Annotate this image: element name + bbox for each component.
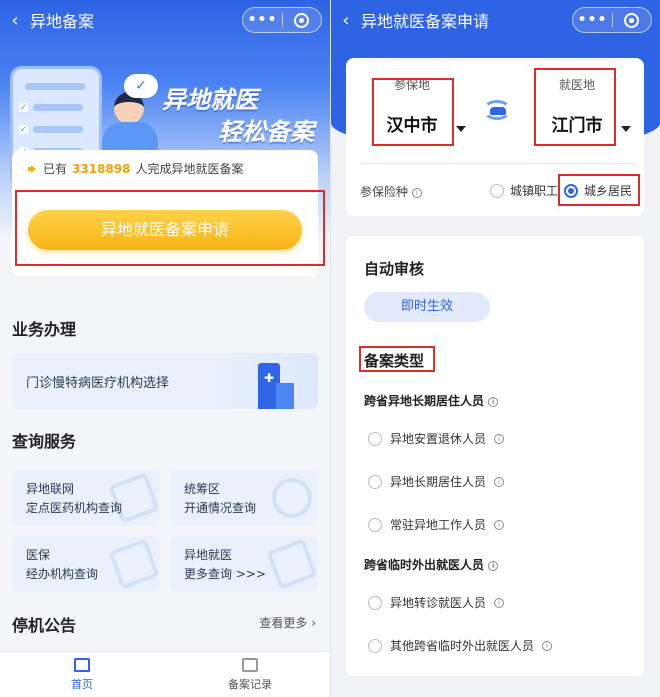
highlight-box — [15, 190, 325, 266]
tab-records[interactable]: 备案记录 — [190, 658, 310, 692]
option-referral-patient[interactable]: 异地转诊就医人员 i — [368, 594, 505, 611]
radio-button-icon — [490, 183, 504, 198]
application-screen: ‹ 异地就医备案申请 ••• 参保地 汉中市 就医地 江门市 参保险种 i 城镇… — [331, 0, 660, 697]
info-icon[interactable]: i — [494, 519, 505, 530]
info-icon[interactable]: i — [411, 188, 422, 198]
tab-home[interactable]: 首页 — [22, 658, 142, 692]
close-miniprogram-icon[interactable] — [283, 12, 321, 28]
business-section-title: 业务办理 — [12, 320, 77, 339]
back-icon[interactable]: ‹ — [331, 10, 361, 31]
swap-travel-icon — [481, 98, 515, 122]
radio-button-icon — [368, 474, 382, 489]
outage-notice-title: 停机公告 — [12, 616, 77, 635]
query-card-more[interactable]: 异地就医 更多查询 >>> — [170, 536, 318, 592]
option-retired-resettled[interactable]: 异地安置退休人员 i — [368, 430, 505, 447]
location-card: 参保地 汉中市 就医地 江门市 参保险种 i 城镇职工 城乡居民 — [346, 58, 644, 216]
page-title: 异地就医备案申请 — [361, 12, 490, 31]
radio-button-icon — [368, 595, 382, 610]
option-resident-worker[interactable]: 常驻异地工作人员 i — [368, 516, 505, 533]
person-illustration — [100, 92, 160, 154]
option-long-term-resident[interactable]: 异地长期居住人员 i — [368, 473, 505, 490]
miniprogram-capsule: ••• — [242, 7, 322, 33]
tab-bar: 首页 备案记录 — [0, 651, 330, 697]
info-icon[interactable]: i — [488, 397, 499, 407]
insurance-type-label: 参保险种 i — [360, 183, 422, 200]
highlight-box — [359, 346, 435, 372]
highlight-box — [558, 174, 640, 206]
query-card-designated-institutions[interactable]: 异地联网 定点医药机构查询 — [12, 470, 160, 526]
chevron-down-icon[interactable] — [621, 126, 631, 132]
more-icon[interactable]: ••• — [573, 12, 612, 28]
query-section-title: 查询服务 — [12, 432, 77, 451]
info-icon[interactable]: i — [494, 597, 505, 608]
close-miniprogram-icon[interactable] — [613, 12, 651, 28]
hero-slogan-line2: 轻松备案 — [218, 118, 314, 146]
option-other-temporary[interactable]: 其他跨省临时外出就医人员 i — [368, 637, 553, 654]
view-more-link[interactable]: 查看更多 › — [259, 614, 316, 631]
info-icon[interactable]: i — [488, 561, 499, 571]
check-bubble-icon: ✓ — [124, 74, 158, 98]
auto-review-title: 自动审核 — [364, 260, 425, 278]
miniprogram-capsule: ••• — [572, 7, 652, 33]
highlight-box — [534, 68, 616, 146]
speaker-icon — [28, 164, 38, 174]
navbar: ‹ 异地备案 ••• — [0, 0, 330, 40]
radio-urban-employee[interactable]: 城镇职工 — [490, 182, 558, 199]
completed-count-notice: 已有 3318898 人完成异地就医备案 — [28, 160, 243, 177]
more-icon[interactable]: ••• — [243, 12, 282, 28]
edit-record-icon — [242, 658, 258, 672]
instant-effect-badge: 即时生效 — [364, 292, 490, 322]
hero-slogan-line1: 异地就医 — [162, 86, 258, 114]
info-icon[interactable]: i — [542, 640, 553, 651]
chevron-down-icon[interactable] — [456, 126, 466, 132]
navbar: ‹ 异地就医备案申请 ••• — [331, 0, 660, 40]
enter-icon — [266, 538, 318, 590]
info-icon[interactable]: i — [494, 476, 505, 487]
temporary-medical-group: 跨省临时外出就医人员 i — [364, 556, 499, 573]
highlight-box — [372, 78, 454, 146]
back-icon[interactable]: ‹ — [0, 10, 30, 31]
radio-button-icon — [368, 431, 382, 446]
info-icon[interactable]: i — [494, 433, 505, 444]
radio-button-icon — [368, 638, 382, 653]
long-term-residence-group: 跨省异地长期居住人员 i — [364, 392, 499, 409]
location-icon — [272, 478, 312, 518]
hospital-icon: ✚ — [252, 363, 298, 409]
page-title: 异地备案 — [30, 12, 95, 31]
home-icon — [74, 658, 90, 672]
filing-form-card: 自动审核 即时生效 备案类型 跨省异地长期居住人员 i 异地安置退休人员 i 异… — [346, 236, 644, 676]
completed-count: 3318898 — [72, 161, 131, 176]
home-screen: ✓ ✓ ✓ ✓ 异地就医 轻松备案 ‹ 异地备案 ••• 已有 3318898 … — [0, 0, 330, 697]
layers-icon — [108, 538, 160, 590]
outpatient-institution-card[interactable]: 门诊慢特病医疗机构选择 ✚ — [12, 353, 318, 409]
query-card-region-status[interactable]: 统筹区 开通情况查询 — [170, 470, 318, 526]
outpatient-institution-label: 门诊慢特病医疗机构选择 — [26, 376, 170, 391]
query-card-agency[interactable]: 医保 经办机构查询 — [12, 536, 160, 592]
radio-button-icon — [368, 517, 382, 532]
